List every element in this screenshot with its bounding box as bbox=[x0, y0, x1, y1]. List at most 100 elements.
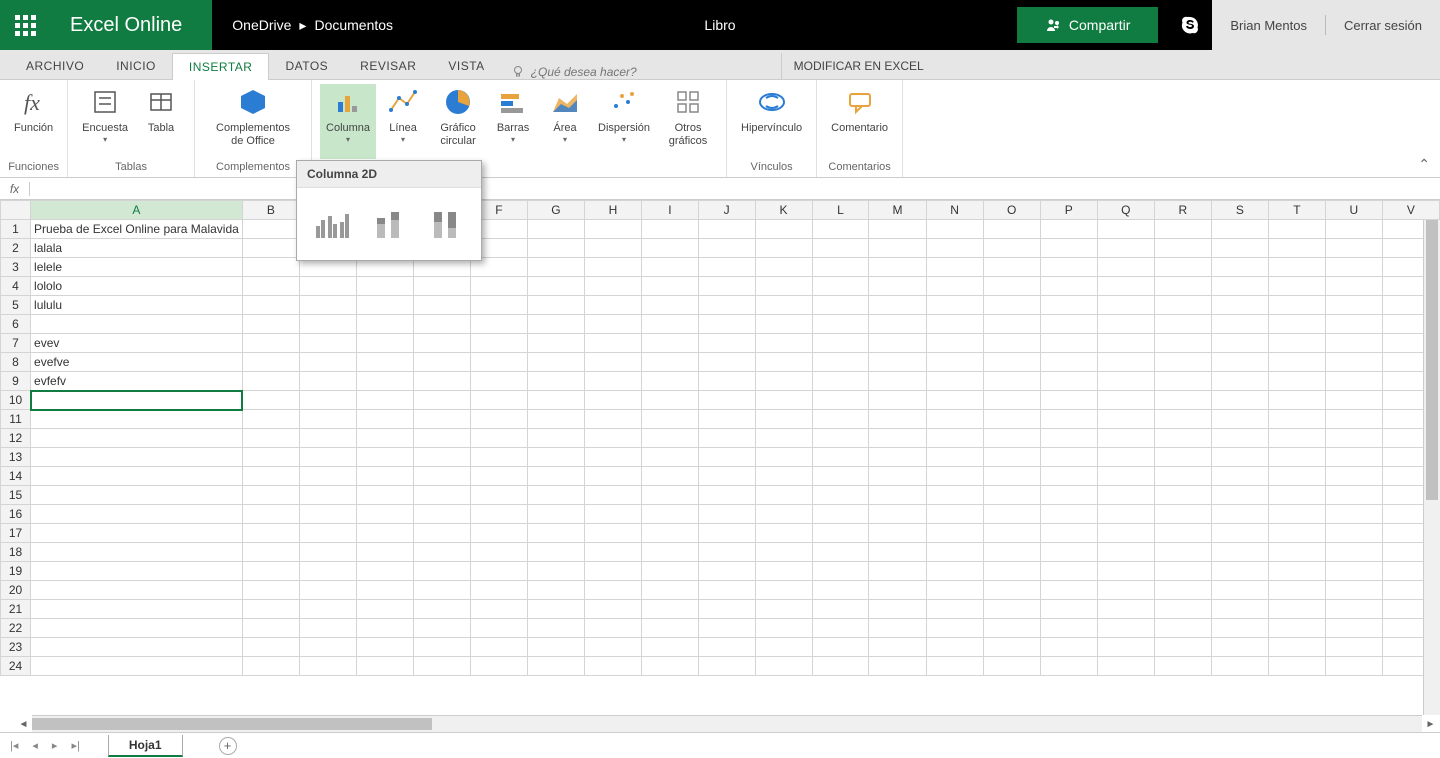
cell-R7[interactable] bbox=[1154, 334, 1211, 353]
cell-D17[interactable] bbox=[356, 524, 413, 543]
cell-B9[interactable] bbox=[242, 372, 299, 391]
cell-Q18[interactable] bbox=[1097, 543, 1154, 562]
cell-A13[interactable] bbox=[31, 448, 243, 467]
row-header-15[interactable]: 15 bbox=[1, 486, 31, 505]
cell-T16[interactable] bbox=[1268, 505, 1325, 524]
cell-D13[interactable] bbox=[356, 448, 413, 467]
cell-E18[interactable] bbox=[413, 543, 470, 562]
cell-I11[interactable] bbox=[642, 410, 699, 429]
cell-J20[interactable] bbox=[698, 581, 755, 600]
cell-C7[interactable] bbox=[299, 334, 356, 353]
cell-M4[interactable] bbox=[869, 277, 926, 296]
row-header-9[interactable]: 9 bbox=[1, 372, 31, 391]
cell-K18[interactable] bbox=[755, 543, 812, 562]
cell-E5[interactable] bbox=[413, 296, 470, 315]
sheet-tab-hoja1[interactable]: Hoja1 bbox=[108, 735, 183, 757]
cell-E11[interactable] bbox=[413, 410, 470, 429]
cell-N19[interactable] bbox=[926, 562, 983, 581]
cell-L3[interactable] bbox=[812, 258, 869, 277]
cell-S22[interactable] bbox=[1211, 619, 1268, 638]
row-header-16[interactable]: 16 bbox=[1, 505, 31, 524]
cell-T15[interactable] bbox=[1268, 486, 1325, 505]
cell-H22[interactable] bbox=[584, 619, 641, 638]
cell-B10[interactable] bbox=[242, 391, 299, 410]
cell-L9[interactable] bbox=[812, 372, 869, 391]
cell-R1[interactable] bbox=[1154, 220, 1211, 239]
cell-Q20[interactable] bbox=[1097, 581, 1154, 600]
cell-B24[interactable] bbox=[242, 657, 299, 676]
cell-G4[interactable] bbox=[527, 277, 584, 296]
cell-H2[interactable] bbox=[584, 239, 641, 258]
horizontal-scrollbar[interactable]: ◄ ► bbox=[32, 715, 1422, 732]
column-header-M[interactable]: M bbox=[869, 201, 926, 220]
cell-H20[interactable] bbox=[584, 581, 641, 600]
cell-L15[interactable] bbox=[812, 486, 869, 505]
cell-O15[interactable] bbox=[983, 486, 1040, 505]
cell-R21[interactable] bbox=[1154, 600, 1211, 619]
sheet-nav-last[interactable]: ▸| bbox=[69, 739, 81, 752]
cell-L2[interactable] bbox=[812, 239, 869, 258]
cell-M1[interactable] bbox=[869, 220, 926, 239]
cell-I17[interactable] bbox=[642, 524, 699, 543]
cell-Q7[interactable] bbox=[1097, 334, 1154, 353]
cell-O4[interactable] bbox=[983, 277, 1040, 296]
cell-E16[interactable] bbox=[413, 505, 470, 524]
cell-K14[interactable] bbox=[755, 467, 812, 486]
cell-K2[interactable] bbox=[755, 239, 812, 258]
cell-M5[interactable] bbox=[869, 296, 926, 315]
cell-M10[interactable] bbox=[869, 391, 926, 410]
cell-M9[interactable] bbox=[869, 372, 926, 391]
cell-D18[interactable] bbox=[356, 543, 413, 562]
cell-N8[interactable] bbox=[926, 353, 983, 372]
cell-A8[interactable]: evefve bbox=[31, 353, 243, 372]
cell-Q12[interactable] bbox=[1097, 429, 1154, 448]
cell-E14[interactable] bbox=[413, 467, 470, 486]
cell-S6[interactable] bbox=[1211, 315, 1268, 334]
cell-E17[interactable] bbox=[413, 524, 470, 543]
cell-T23[interactable] bbox=[1268, 638, 1325, 657]
cell-S3[interactable] bbox=[1211, 258, 1268, 277]
cell-B13[interactable] bbox=[242, 448, 299, 467]
column-header-B[interactable]: B bbox=[242, 201, 299, 220]
cell-C22[interactable] bbox=[299, 619, 356, 638]
cell-F11[interactable] bbox=[470, 410, 527, 429]
cell-B5[interactable] bbox=[242, 296, 299, 315]
cell-N6[interactable] bbox=[926, 315, 983, 334]
cell-K11[interactable] bbox=[755, 410, 812, 429]
cell-I18[interactable] bbox=[642, 543, 699, 562]
cell-L12[interactable] bbox=[812, 429, 869, 448]
cell-L21[interactable] bbox=[812, 600, 869, 619]
sheet-nav-next[interactable]: ▸ bbox=[50, 739, 60, 752]
cell-J21[interactable] bbox=[698, 600, 755, 619]
cell-H5[interactable] bbox=[584, 296, 641, 315]
cell-S18[interactable] bbox=[1211, 543, 1268, 562]
cell-K10[interactable] bbox=[755, 391, 812, 410]
cell-C16[interactable] bbox=[299, 505, 356, 524]
cell-F10[interactable] bbox=[470, 391, 527, 410]
cell-F23[interactable] bbox=[470, 638, 527, 657]
cell-S7[interactable] bbox=[1211, 334, 1268, 353]
cell-C4[interactable] bbox=[299, 277, 356, 296]
cell-B22[interactable] bbox=[242, 619, 299, 638]
cell-R11[interactable] bbox=[1154, 410, 1211, 429]
cell-D11[interactable] bbox=[356, 410, 413, 429]
comentario-button[interactable]: Comentario bbox=[825, 84, 894, 159]
row-header-18[interactable]: 18 bbox=[1, 543, 31, 562]
cell-F6[interactable] bbox=[470, 315, 527, 334]
column-header-N[interactable]: N bbox=[926, 201, 983, 220]
cell-N17[interactable] bbox=[926, 524, 983, 543]
cell-N21[interactable] bbox=[926, 600, 983, 619]
cell-H6[interactable] bbox=[584, 315, 641, 334]
cell-H17[interactable] bbox=[584, 524, 641, 543]
cell-H3[interactable] bbox=[584, 258, 641, 277]
cell-K6[interactable] bbox=[755, 315, 812, 334]
cell-I16[interactable] bbox=[642, 505, 699, 524]
cell-O21[interactable] bbox=[983, 600, 1040, 619]
cell-P24[interactable] bbox=[1040, 657, 1097, 676]
cell-N24[interactable] bbox=[926, 657, 983, 676]
cell-C24[interactable] bbox=[299, 657, 356, 676]
linea-button[interactable]: Línea ▾ bbox=[378, 84, 428, 159]
cell-E6[interactable] bbox=[413, 315, 470, 334]
cell-M19[interactable] bbox=[869, 562, 926, 581]
cell-P6[interactable] bbox=[1040, 315, 1097, 334]
